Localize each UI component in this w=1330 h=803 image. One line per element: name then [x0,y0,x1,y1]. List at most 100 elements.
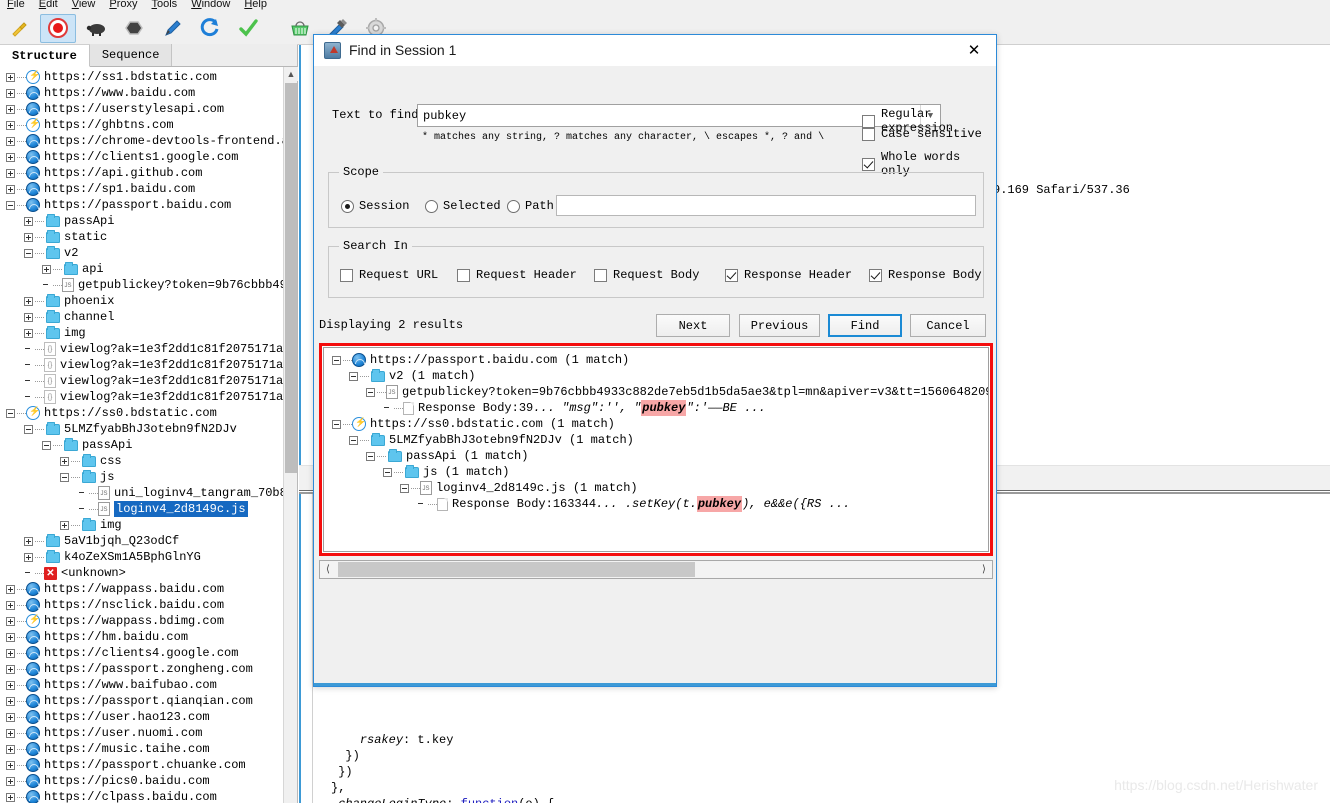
tree-item[interactable]: https://user.hao123.com [0,709,297,725]
results-horizontal-scrollbar[interactable]: ⟨ ⟩ [319,560,993,579]
scope-path-radio[interactable] [507,199,520,213]
tree-item[interactable]: ✕ <unknown> [0,565,297,581]
expand-icon[interactable] [6,152,15,162]
check-icon[interactable] [230,14,266,43]
response-body-row[interactable]: Response Body [869,268,982,282]
tree-item[interactable]: https://www.baifubao.com [0,677,297,693]
expand-icon[interactable] [6,184,15,194]
collapse-icon[interactable] [332,355,341,365]
tree-item[interactable]: https://ghbtns.com [0,117,297,133]
result-row[interactable]: js (1 match) [324,464,988,480]
tree-item[interactable]: v2 [0,245,297,261]
scope-selected-radio[interactable] [425,199,438,213]
expand-icon[interactable] [6,728,15,738]
tree-item[interactable]: https://user.nuomi.com [0,725,297,741]
expand-icon[interactable] [6,136,15,146]
tree-item[interactable]: api [0,261,297,277]
tree-item[interactable]: https://music.taihe.com [0,741,297,757]
dialog-titlebar[interactable]: Find in Session 1 ✕ [314,35,996,66]
tree-item[interactable]: passApi [0,437,297,453]
expand-icon[interactable] [6,712,15,722]
tree-item[interactable]: https://nsclick.baidu.com [0,597,297,613]
expand-icon[interactable] [6,104,15,114]
expand-icon[interactable] [6,696,15,706]
tree-item[interactable]: https://passport.chuanke.com [0,757,297,773]
tree-item[interactable]: https://clients1.google.com [0,149,297,165]
tree-item[interactable]: https://userstylesapi.com [0,101,297,117]
expand-icon[interactable] [6,616,15,626]
request-header-checkbox[interactable] [457,268,470,282]
tree-item[interactable]: https://pics0.baidu.com [0,773,297,789]
tree-item[interactable]: img [0,325,297,341]
tab-structure[interactable]: Structure [0,45,90,67]
tree-item[interactable]: {} viewlog?ak=1e3f2dd1c81f2075171a547893 [0,373,297,389]
turtle-icon[interactable] [78,14,114,43]
expand-icon[interactable] [6,648,15,658]
request-header-row[interactable]: Request Header [457,268,577,282]
session-tree-scroll[interactable]: https://ss1.bdstatic.com https://www.baid… [0,67,297,803]
request-body-checkbox[interactable] [594,268,607,282]
expand-icon[interactable] [60,456,69,466]
expand-icon[interactable] [6,744,15,754]
hscroll-track[interactable] [336,561,976,578]
menu-item-tools[interactable]: Tools [145,0,185,10]
request-body-row[interactable]: Request Body [594,268,699,282]
expand-icon[interactable] [6,632,15,642]
result-row[interactable]: JS loginv4_2d8149c.js (1 match) [324,480,988,496]
regex-checkbox[interactable] [862,114,875,128]
tree-item[interactable]: https://clients4.google.com [0,645,297,661]
scope-selected-row[interactable]: Selected [425,199,501,213]
record-icon[interactable] [40,13,76,43]
tree-item[interactable]: channel [0,309,297,325]
result-row[interactable]: 5LMZfyabBhJ3otebn9fN2DJv (1 match) [324,432,988,448]
tree-item[interactable]: static [0,229,297,245]
tree-item[interactable]: https://ss0.bdstatic.com [0,405,297,421]
tree-item[interactable]: img [0,517,297,533]
expand-icon[interactable] [24,536,33,546]
request-url-checkbox[interactable] [340,268,353,282]
tree-item[interactable]: https://wappass.bdimg.com [0,613,297,629]
collapse-icon[interactable] [24,424,33,434]
expand-icon[interactable] [60,520,69,530]
response-header-checkbox[interactable] [725,268,738,282]
clear-icon[interactable] [2,14,38,43]
expand-icon[interactable] [6,664,15,674]
tree-item[interactable]: https://api.github.com [0,165,297,181]
tree-item[interactable]: https://chrome-devtools-frontend.appspot [0,133,297,149]
scrollbar-thumb[interactable] [285,83,297,473]
result-row[interactable]: JS getpublickey?token=9b76cbbb4933c882de7… [324,384,988,400]
expand-icon[interactable] [24,552,33,562]
tree-item[interactable]: {} viewlog?ak=1e3f2dd1c81f2075171a547893 [0,389,297,405]
tree-item[interactable]: JS uni_loginv4_tangram_70b879c [0,485,297,501]
collapse-icon[interactable] [349,435,358,445]
tree-item[interactable]: https://passport.zongheng.com [0,661,297,677]
result-row[interactable]: Response Body:163344 ... .setKey(t. pubke… [324,496,988,512]
menu-item-file[interactable]: File [0,0,32,10]
collapse-icon[interactable] [383,467,392,477]
refresh-icon[interactable] [192,14,228,43]
tree-item[interactable]: https://ss1.bdstatic.com [0,69,297,85]
tree-item[interactable]: https://passport.qianqian.com [0,693,297,709]
tree-item[interactable]: passApi [0,213,297,229]
hexagon-stop-icon[interactable] [116,14,152,43]
expand-icon[interactable] [24,312,33,322]
expand-icon[interactable] [6,88,15,98]
close-icon[interactable]: ✕ [952,35,996,65]
menu-item-edit[interactable]: Edit [32,0,65,10]
scroll-left-arrow[interactable]: ⟨ [320,561,336,578]
menu-item-window[interactable]: Window [184,0,237,10]
expand-icon[interactable] [6,72,15,82]
collapse-icon[interactable] [24,248,33,258]
request-url-row[interactable]: Request URL [340,268,438,282]
tab-sequence[interactable]: Sequence [89,44,173,66]
case-sensitive-checkbox-row[interactable]: Case sensitive [862,127,982,141]
pen-icon[interactable] [154,14,190,43]
tree-item[interactable]: https://wappass.baidu.com [0,581,297,597]
expand-icon[interactable] [6,120,15,130]
whole-words-checkbox[interactable] [862,157,875,171]
collapse-icon[interactable] [349,371,358,381]
expand-icon[interactable] [6,776,15,786]
expand-icon[interactable] [6,600,15,610]
expand-icon[interactable] [24,296,33,306]
tree-item[interactable]: 5aV1bjqh_Q23odCf [0,533,297,549]
